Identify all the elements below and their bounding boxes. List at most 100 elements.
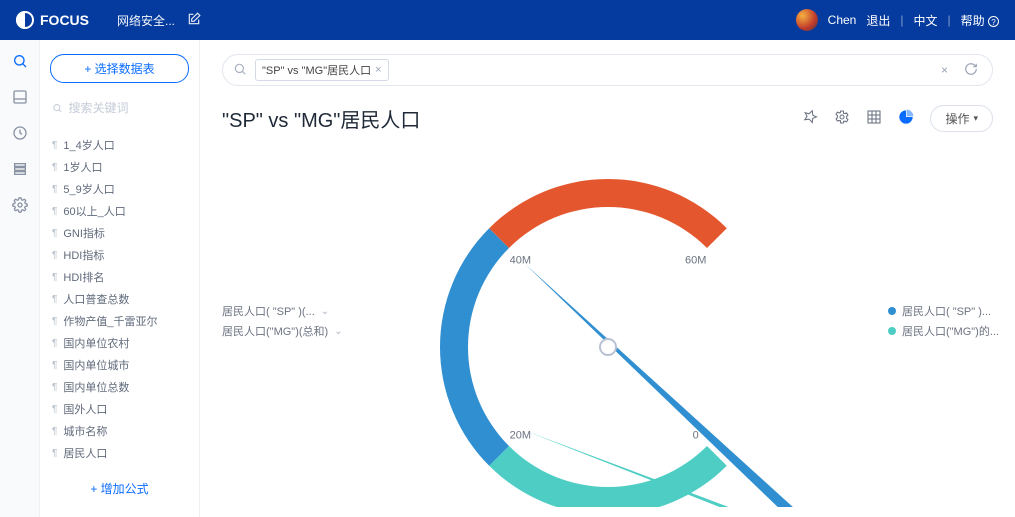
rail-data-icon[interactable] [11,160,29,178]
field-type-icon: ¶ [52,448,57,459]
field-item[interactable]: ¶ 1_4岁人口 [50,134,189,156]
field-item[interactable]: ¶ HDI排名 [50,266,189,288]
header-right: Chen 退出 | 中文 | 帮助 ? [796,9,999,31]
field-label: 人口普查总数 [63,291,129,307]
field-type-icon: ¶ [52,404,57,415]
field-type-icon: ¶ [52,382,57,393]
svg-text:0: 0 [692,430,698,442]
field-type-icon: ¶ [52,426,57,437]
field-list: ¶1_4岁人口¶1岁人口¶5_9岁人口¶60以上_人口¶GNI指标¶HDI指标¶… [50,134,189,466]
svg-text:40M: 40M [509,254,530,266]
project-name[interactable]: 网络安全... [117,12,175,29]
legend-item-1[interactable]: 居民人口("MG")的... [888,323,999,339]
legend-item-0[interactable]: 居民人口( "SP" )... [888,303,999,319]
gear-icon[interactable] [834,109,850,128]
field-item[interactable]: ¶ 国内单位农村 [50,332,189,354]
logo-icon [16,11,34,29]
logout-link[interactable]: 退出 [866,12,890,29]
field-label: HDI排名 [63,269,104,285]
side-panel: + 选择数据表 ¶1_4岁人口¶1岁人口¶5_9岁人口¶60以上_人口¶GNI指… [40,40,200,517]
field-item[interactable]: ¶ 人口普查总数 [50,288,189,310]
rail-settings-icon[interactable] [11,196,29,214]
field-type-icon: ¶ [52,162,57,173]
series-label-1[interactable]: 居民人口("MG")(总和)⌄ [222,323,343,339]
nav-rail [0,40,40,517]
search-icon [233,62,247,79]
field-item[interactable]: ¶GNI指标 [50,222,189,244]
clear-icon[interactable]: × [937,63,952,77]
field-item[interactable]: ¶ 国内单位城市 [50,354,189,376]
field-type-icon: ¶ [52,140,57,151]
field-label: 1岁人口 [63,159,102,175]
title-actions: 操作 ▾ [802,105,993,132]
brand-logo[interactable]: FOCUS [16,11,89,29]
select-table-button[interactable]: + 选择数据表 [50,54,189,83]
chart-icon[interactable] [898,109,914,128]
svg-text:60M: 60M [684,254,705,266]
user-name[interactable]: Chen [828,13,857,27]
field-label: 1_4岁人口 [63,137,114,153]
field-search-row [50,97,189,120]
field-item[interactable]: ¶ 1岁人口 [50,156,189,178]
query-search-bar[interactable]: "SP" vs "MG"居民人口 × × [222,54,993,86]
divider: | [900,13,903,27]
field-item[interactable]: ¶ HDI指标 [50,244,189,266]
series-label-0[interactable]: 居民人口( "SP" )(...⌄ [222,303,343,319]
series-labels: 居民人口( "SP" )(...⌄ 居民人口("MG")(总和)⌄ [222,303,343,343]
chip-text: "SP" vs "MG"居民人口 [262,62,371,78]
chip-close-icon[interactable]: × [375,64,381,76]
field-type-icon: ¶ [52,338,57,349]
field-label: HDI指标 [63,247,104,263]
field-item[interactable]: ¶5_9岁人口 [50,178,189,200]
field-label: 居民人口 [63,445,107,461]
field-search-input[interactable] [69,101,187,115]
add-formula-button[interactable]: + 增加公式 [50,474,189,503]
field-item[interactable]: ¶国外人口 [50,398,189,420]
field-type-icon: ¶ [52,250,57,261]
field-item[interactable]: ¶巴西人口 [50,464,189,466]
field-label: 国内单位总数 [63,379,129,395]
brand-text: FOCUS [40,12,89,28]
page-title: "SP" vs "MG"居民人口 [222,104,420,133]
field-item[interactable]: ¶ 居民人口 [50,442,189,464]
field-type-icon: ¶ [52,316,57,327]
field-label: 国内单位农村 [63,335,129,351]
field-label: 城市名称 [63,423,107,439]
field-type-icon: ¶ [52,360,57,371]
chevron-down-icon: ⌄ [321,306,329,317]
field-item[interactable]: ¶ 60以上_人口 [50,200,189,222]
help-link[interactable]: 帮助 ? [961,12,999,29]
main-area: "SP" vs "MG"居民人口 × × "SP" vs "MG"居民人口 操作… [200,40,1015,517]
field-type-icon: ¶ [52,206,57,217]
legend-dot [888,327,896,335]
query-chip[interactable]: "SP" vs "MG"居民人口 × [255,59,389,81]
title-row: "SP" vs "MG"居民人口 操作 ▾ [222,104,993,133]
lang-link[interactable]: 中文 [914,12,938,29]
field-label: 作物产值_千雷亚尔 [63,313,157,329]
field-type-icon: ¶ [52,272,57,283]
field-item[interactable]: ¶ 城市名称 [50,420,189,442]
field-label: 国内单位城市 [63,357,129,373]
rail-search-icon[interactable] [11,52,29,70]
top-header: FOCUS 网络安全... Chen 退出 | 中文 | 帮助 ? [0,0,1015,40]
field-label: 60以上_人口 [63,203,125,219]
table-icon[interactable] [866,109,882,128]
legend-dot [888,307,896,315]
field-type-icon: ¶ [52,294,57,305]
field-type-icon: ¶ [52,184,57,195]
ops-dropdown[interactable]: 操作 ▾ [930,105,993,132]
chart-area: 居民人口( "SP" )(...⌄ 居民人口("MG")(总和)⌄ 居民人口( … [222,133,993,517]
divider: | [948,13,951,27]
edit-icon[interactable] [187,12,201,29]
chevron-down-icon: ⌄ [334,326,342,337]
field-item[interactable]: ¶ 作物产值_千雷亚尔 [50,310,189,332]
refresh-icon[interactable] [960,62,982,79]
chevron-down-icon: ▾ [973,113,978,124]
pin-icon[interactable] [802,109,818,128]
field-item[interactable]: ¶ 国内单位总数 [50,376,189,398]
rail-clock-icon[interactable] [11,124,29,142]
avatar[interactable] [796,9,818,31]
rail-dashboard-icon[interactable] [11,88,29,106]
field-label: GNI指标 [63,225,105,241]
search-icon [52,102,63,114]
